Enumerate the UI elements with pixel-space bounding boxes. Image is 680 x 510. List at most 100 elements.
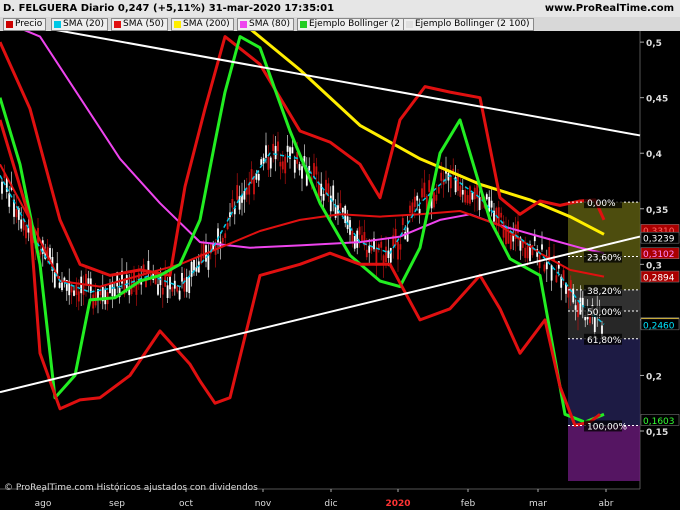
candle-body — [387, 250, 390, 259]
candle-body — [327, 183, 330, 195]
candle-body — [284, 156, 287, 174]
candle-body — [224, 233, 227, 238]
chart-title: D. FELGUERA Diario 0,247 (+5,11%) 31-mar… — [3, 3, 335, 14]
legend-label: SMA (200) — [183, 19, 230, 29]
legend-label: SMA (80) — [249, 19, 290, 29]
candle-body — [157, 284, 159, 295]
fibonacci-label: 50,00% — [587, 308, 622, 318]
candle-body — [416, 195, 419, 201]
candle-body — [286, 145, 289, 152]
candle-body — [478, 196, 481, 211]
candle-body — [365, 249, 368, 258]
legend-item[interactable]: Ejemplo Bollinger (2 100) — [403, 18, 534, 31]
candle-body — [423, 182, 426, 197]
candle-body — [202, 243, 205, 259]
legend-label: SMA (50) — [123, 19, 164, 29]
candle-body — [433, 192, 435, 208]
fibonacci-label: 100,00% — [587, 422, 627, 432]
candle-body — [226, 223, 229, 230]
y-tick-label: 0,4 — [646, 150, 662, 160]
fibonacci-label: 0,00% — [587, 199, 616, 209]
legend: Precio SMA (20) SMA (50) SMA (200) SMA (80) E… — [0, 17, 680, 31]
candle-body — [512, 235, 515, 242]
candle-body — [466, 195, 469, 204]
candle-body — [428, 180, 431, 192]
candle-body — [418, 208, 421, 214]
fibonacci-label: 23,60% — [587, 254, 622, 264]
candle-body — [409, 205, 411, 213]
legend-label: Ejemplo Bollinger (2 20) — [309, 19, 418, 29]
legend-swatch — [174, 21, 181, 28]
candle-body — [193, 260, 195, 271]
price-tag-label: 0,2460 — [643, 321, 675, 331]
candle-body — [440, 172, 443, 181]
candle-body — [577, 301, 579, 318]
footer-copyright: © ProRealTime.com Históricos ajustados c… — [4, 483, 258, 493]
candle-body — [461, 189, 464, 195]
candle-body — [73, 290, 75, 296]
candle-body — [574, 305, 577, 310]
candle-body — [166, 285, 169, 299]
candle-body — [435, 194, 438, 201]
candle-body — [250, 169, 253, 184]
legend-item[interactable]: Precio — [3, 18, 47, 31]
candle-body — [58, 282, 61, 288]
x-tick-label: mar — [529, 499, 547, 509]
candle-body — [20, 219, 23, 229]
candle-body — [301, 166, 303, 179]
candle-body — [401, 218, 404, 226]
candle-body — [464, 190, 467, 203]
y-tick-label: 0,2 — [646, 372, 662, 382]
candle-body — [75, 284, 78, 295]
legend-item[interactable]: SMA (50) — [111, 18, 168, 31]
candle-body — [389, 248, 392, 263]
legend-swatch — [6, 21, 13, 28]
candle-body — [545, 262, 548, 270]
legend-item[interactable]: SMA (80) — [237, 18, 294, 31]
candle-body — [181, 272, 183, 282]
price-tag-label: 0,3239 — [643, 235, 675, 245]
candle-body — [341, 207, 344, 213]
y-tick-label: 0,15 — [646, 428, 668, 438]
price-tag-label: 0,2894 — [643, 274, 675, 284]
candle-body — [459, 185, 462, 197]
y-tick-label: 0,5 — [646, 39, 662, 49]
candle-body — [567, 287, 570, 298]
legend-label: SMA (20) — [63, 19, 104, 29]
price-tag-label: 0,1603 — [643, 417, 675, 427]
candle-body — [322, 194, 325, 201]
candle-body — [17, 208, 20, 220]
candle-body — [469, 186, 471, 204]
legend-item[interactable]: SMA (200) — [171, 18, 234, 31]
candle-body — [253, 176, 255, 195]
candle-body — [260, 159, 263, 166]
trendline — [0, 235, 641, 394]
candle-body — [279, 161, 282, 167]
candle-body — [449, 175, 452, 189]
candle-body — [497, 207, 500, 225]
candle-body — [15, 209, 18, 218]
candle-body — [183, 278, 186, 292]
candle-body — [61, 282, 63, 291]
candle-body — [188, 277, 191, 294]
candle-body — [380, 241, 383, 248]
x-tick-label: sep — [109, 499, 125, 509]
candle-body — [339, 203, 342, 209]
candle-body — [281, 161, 284, 170]
x-tick-label: ago — [35, 499, 52, 509]
legend-item[interactable]: SMA (20) — [51, 18, 108, 31]
site-url[interactable]: www.ProRealTime.com — [545, 3, 674, 14]
price-chart[interactable]: 0,00% 23,60% 38,20% 50,00% 61,80% 100,00% 0,5 0… — [0, 31, 680, 510]
candle-body — [92, 294, 95, 309]
candle-body — [217, 228, 219, 243]
fibonacci-label: 38,20% — [587, 287, 622, 297]
candle-body — [104, 288, 107, 305]
y-tick-label: 0,35 — [646, 206, 668, 216]
candle-body — [437, 187, 440, 194]
candle-body — [488, 196, 491, 212]
candle-body — [291, 147, 294, 154]
candle-body — [171, 287, 174, 292]
x-tick-label: oct — [179, 499, 193, 509]
candle-body — [298, 164, 301, 171]
candle-body — [269, 157, 272, 169]
